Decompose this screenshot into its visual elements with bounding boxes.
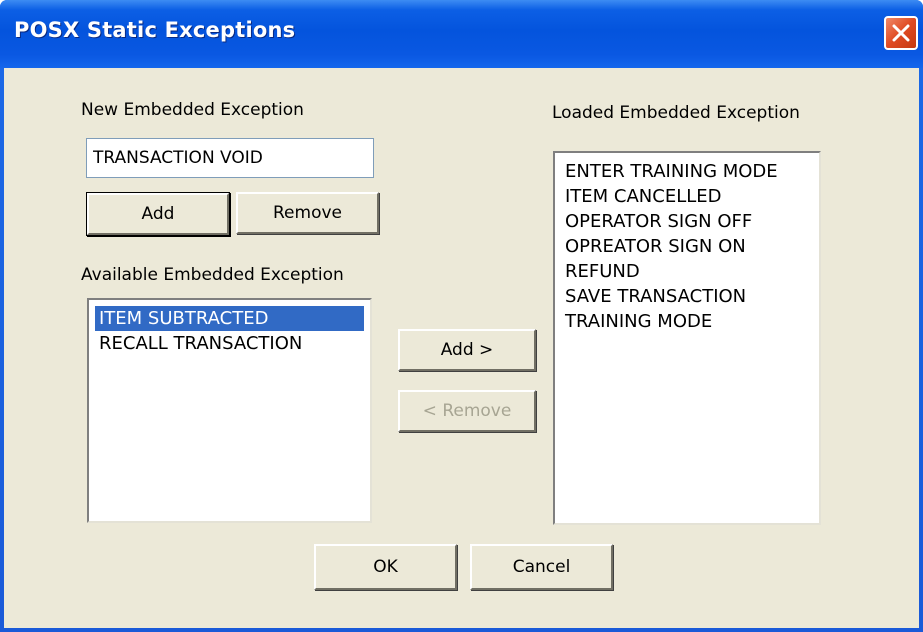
close-icon bbox=[892, 24, 910, 42]
loaded-list-item[interactable]: REFUND bbox=[561, 259, 813, 284]
available-list-item[interactable]: ITEM SUBTRACTED bbox=[95, 306, 364, 331]
remove-new-exception-label: Remove bbox=[273, 203, 342, 223]
ok-label: OK bbox=[373, 557, 398, 577]
dialog-body: New Embedded Exception Add Remove Availa… bbox=[4, 68, 919, 628]
ok-button[interactable]: OK bbox=[314, 544, 457, 590]
remove-new-exception-button[interactable]: Remove bbox=[236, 192, 379, 234]
cancel-button[interactable]: Cancel bbox=[470, 544, 613, 590]
cancel-label: Cancel bbox=[512, 557, 571, 577]
window-title: POSX Static Exceptions bbox=[14, 18, 296, 42]
loaded-list-item[interactable]: SAVE TRANSACTION bbox=[561, 284, 813, 309]
remove-from-loaded-button[interactable]: < Remove bbox=[398, 390, 536, 432]
add-new-exception-button[interactable]: Add bbox=[87, 193, 229, 235]
loaded-exception-label: Loaded Embedded Exception bbox=[552, 103, 800, 123]
new-exception-label: New Embedded Exception bbox=[81, 100, 304, 120]
add-new-exception-label: Add bbox=[141, 204, 175, 224]
close-button[interactable] bbox=[884, 16, 918, 50]
dialog-window: POSX Static Exceptions New Embedded Exce… bbox=[0, 0, 923, 632]
loaded-list-item[interactable]: OPREATOR SIGN ON bbox=[561, 234, 813, 259]
loaded-list-item[interactable]: TRAINING MODE bbox=[561, 309, 813, 334]
available-exception-label: Available Embedded Exception bbox=[81, 265, 344, 285]
loaded-list-item[interactable]: OPERATOR SIGN OFF bbox=[561, 209, 813, 234]
loaded-list-item[interactable]: ENTER TRAINING MODE bbox=[561, 159, 813, 184]
add-to-loaded-label: Add > bbox=[440, 340, 494, 360]
loaded-exception-list[interactable]: ENTER TRAINING MODE ITEM CANCELLED OPERA… bbox=[553, 151, 821, 525]
available-list-item[interactable]: RECALL TRANSACTION bbox=[95, 331, 364, 356]
loaded-list-item[interactable]: ITEM CANCELLED bbox=[561, 184, 813, 209]
title-bar[interactable]: POSX Static Exceptions bbox=[0, 0, 923, 68]
add-to-loaded-button[interactable]: Add > bbox=[398, 329, 536, 371]
remove-from-loaded-label: < Remove bbox=[422, 401, 512, 421]
available-exception-list[interactable]: ITEM SUBTRACTED RECALL TRANSACTION bbox=[87, 298, 372, 523]
new-exception-input[interactable] bbox=[86, 138, 374, 178]
